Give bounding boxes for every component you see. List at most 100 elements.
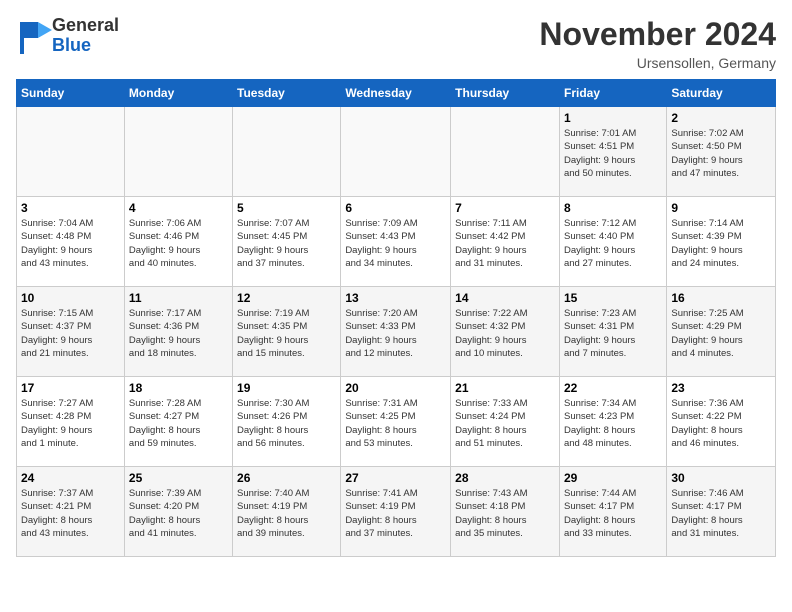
logo-text: General Blue (52, 16, 119, 56)
calendar-week-row: 24 Sunrise: 7:37 AM Sunset: 4:21 PM Dayli… (17, 467, 776, 557)
day-info: Sunrise: 7:09 AM Sunset: 4:43 PM Dayligh… (345, 217, 446, 270)
calendar-cell: 18 Sunrise: 7:28 AM Sunset: 4:27 PM Dayli… (124, 377, 232, 467)
day-info: Sunrise: 7:01 AM Sunset: 4:51 PM Dayligh… (564, 127, 662, 180)
day-info: Sunrise: 7:20 AM Sunset: 4:33 PM Dayligh… (345, 307, 446, 360)
day-info: Sunrise: 7:33 AM Sunset: 4:24 PM Dayligh… (455, 397, 555, 450)
day-number: 7 (455, 201, 555, 215)
day-info: Sunrise: 7:34 AM Sunset: 4:23 PM Dayligh… (564, 397, 662, 450)
day-number: 21 (455, 381, 555, 395)
day-number: 30 (671, 471, 771, 485)
calendar-cell: 7 Sunrise: 7:11 AM Sunset: 4:42 PM Daylig… (451, 197, 560, 287)
calendar-cell: 16Sunrise: 7:25 AM Sunset: 4:29 PM Dayli… (667, 287, 776, 377)
day-number: 16 (671, 291, 771, 305)
day-info: Sunrise: 7:37 AM Sunset: 4:21 PM Dayligh… (21, 487, 120, 540)
day-info: Sunrise: 7:28 AM Sunset: 4:27 PM Dayligh… (129, 397, 228, 450)
day-number: 6 (345, 201, 446, 215)
day-info: Sunrise: 7:30 AM Sunset: 4:26 PM Dayligh… (237, 397, 336, 450)
calendar-cell (17, 107, 125, 197)
calendar-cell (124, 107, 232, 197)
column-header-sunday: Sunday (17, 80, 125, 107)
month-title: November 2024 (539, 16, 776, 53)
logo-icon (16, 18, 52, 54)
calendar-cell: 1 Sunrise: 7:01 AM Sunset: 4:51 PM Daylig… (559, 107, 666, 197)
calendar-cell: 29Sunrise: 7:44 AM Sunset: 4:17 PM Dayli… (559, 467, 666, 557)
calendar-cell (341, 107, 451, 197)
day-info: Sunrise: 7:43 AM Sunset: 4:18 PM Dayligh… (455, 487, 555, 540)
calendar-table: SundayMondayTuesdayWednesdayThursdayFrid… (16, 79, 776, 557)
column-header-monday: Monday (124, 80, 232, 107)
day-number: 12 (237, 291, 336, 305)
day-info: Sunrise: 7:04 AM Sunset: 4:48 PM Dayligh… (21, 217, 120, 270)
calendar-cell: 9Sunrise: 7:14 AM Sunset: 4:39 PM Daylig… (667, 197, 776, 287)
calendar-week-row: 1 Sunrise: 7:01 AM Sunset: 4:51 PM Daylig… (17, 107, 776, 197)
day-number: 25 (129, 471, 228, 485)
calendar-cell: 22 Sunrise: 7:34 AM Sunset: 4:23 PM Dayli… (559, 377, 666, 467)
calendar-week-row: 17 Sunrise: 7:27 AM Sunset: 4:28 PM Dayli… (17, 377, 776, 467)
day-info: Sunrise: 7:15 AM Sunset: 4:37 PM Dayligh… (21, 307, 120, 360)
column-header-saturday: Saturday (667, 80, 776, 107)
day-number: 4 (129, 201, 228, 215)
day-info: Sunrise: 7:31 AM Sunset: 4:25 PM Dayligh… (345, 397, 446, 450)
calendar-cell: 3 Sunrise: 7:04 AM Sunset: 4:48 PM Daylig… (17, 197, 125, 287)
calendar-cell: 10 Sunrise: 7:15 AM Sunset: 4:37 PM Dayli… (17, 287, 125, 377)
location: Ursensollen, Germany (539, 55, 776, 71)
day-number: 27 (345, 471, 446, 485)
calendar-cell: 23 Sunrise: 7:36 AM Sunset: 4:22 PM Dayli… (667, 377, 776, 467)
day-number: 22 (564, 381, 662, 395)
calendar-cell: 20 Sunrise: 7:31 AM Sunset: 4:25 PM Dayli… (341, 377, 451, 467)
day-info: Sunrise: 7:41 AM Sunset: 4:19 PM Dayligh… (345, 487, 446, 540)
calendar-cell: 26Sunrise: 7:40 AM Sunset: 4:19 PM Dayli… (233, 467, 341, 557)
day-info: Sunrise: 7:46 AM Sunset: 4:17 PM Dayligh… (671, 487, 771, 540)
column-header-tuesday: Tuesday (233, 80, 341, 107)
column-header-thursday: Thursday (451, 80, 560, 107)
calendar-cell: 12 Sunrise: 7:19 AM Sunset: 4:35 PM Dayli… (233, 287, 341, 377)
day-number: 20 (345, 381, 446, 395)
day-number: 18 (129, 381, 228, 395)
day-number: 23 (671, 381, 771, 395)
day-number: 1 (564, 111, 662, 125)
calendar-cell: 5 Sunrise: 7:07 AM Sunset: 4:45 PM Daylig… (233, 197, 341, 287)
day-info: Sunrise: 7:07 AM Sunset: 4:45 PM Dayligh… (237, 217, 336, 270)
day-number: 3 (21, 201, 120, 215)
column-header-wednesday: Wednesday (341, 80, 451, 107)
day-info: Sunrise: 7:02 AM Sunset: 4:50 PM Dayligh… (671, 127, 771, 180)
day-info: Sunrise: 7:22 AM Sunset: 4:32 PM Dayligh… (455, 307, 555, 360)
day-info: Sunrise: 7:12 AM Sunset: 4:40 PM Dayligh… (564, 217, 662, 270)
day-info: Sunrise: 7:11 AM Sunset: 4:42 PM Dayligh… (455, 217, 555, 270)
day-info: Sunrise: 7:36 AM Sunset: 4:22 PM Dayligh… (671, 397, 771, 450)
calendar-cell: 30 Sunrise: 7:46 AM Sunset: 4:17 PM Dayli… (667, 467, 776, 557)
calendar-cell (451, 107, 560, 197)
calendar-week-row: 3 Sunrise: 7:04 AM Sunset: 4:48 PM Daylig… (17, 197, 776, 287)
day-number: 10 (21, 291, 120, 305)
calendar-cell: 11Sunrise: 7:17 AM Sunset: 4:36 PM Dayli… (124, 287, 232, 377)
calendar-cell: 14Sunrise: 7:22 AM Sunset: 4:32 PM Dayli… (451, 287, 560, 377)
day-number: 15 (564, 291, 662, 305)
day-number: 19 (237, 381, 336, 395)
day-info: Sunrise: 7:17 AM Sunset: 4:36 PM Dayligh… (129, 307, 228, 360)
logo-blue: Blue (52, 35, 91, 55)
calendar-cell: 28 Sunrise: 7:43 AM Sunset: 4:18 PM Dayli… (451, 467, 560, 557)
day-number: 24 (21, 471, 120, 485)
calendar-cell: 2Sunrise: 7:02 AM Sunset: 4:50 PM Daylig… (667, 107, 776, 197)
calendar-cell: 8 Sunrise: 7:12 AM Sunset: 4:40 PM Daylig… (559, 197, 666, 287)
page-header: General Blue November 2024 Ursensollen, … (16, 16, 776, 71)
column-header-friday: Friday (559, 80, 666, 107)
day-info: Sunrise: 7:44 AM Sunset: 4:17 PM Dayligh… (564, 487, 662, 540)
day-info: Sunrise: 7:14 AM Sunset: 4:39 PM Dayligh… (671, 217, 771, 270)
day-info: Sunrise: 7:39 AM Sunset: 4:20 PM Dayligh… (129, 487, 228, 540)
day-number: 28 (455, 471, 555, 485)
calendar-cell: 17 Sunrise: 7:27 AM Sunset: 4:28 PM Dayli… (17, 377, 125, 467)
calendar-header-row: SundayMondayTuesdayWednesdayThursdayFrid… (17, 80, 776, 107)
day-number: 17 (21, 381, 120, 395)
day-number: 13 (345, 291, 446, 305)
title-block: November 2024 Ursensollen, Germany (539, 16, 776, 71)
calendar-cell: 13 Sunrise: 7:20 AM Sunset: 4:33 PM Dayli… (341, 287, 451, 377)
calendar-cell: 21 Sunrise: 7:33 AM Sunset: 4:24 PM Dayli… (451, 377, 560, 467)
day-info: Sunrise: 7:27 AM Sunset: 4:28 PM Dayligh… (21, 397, 120, 450)
calendar-cell: 24 Sunrise: 7:37 AM Sunset: 4:21 PM Dayli… (17, 467, 125, 557)
day-info: Sunrise: 7:19 AM Sunset: 4:35 PM Dayligh… (237, 307, 336, 360)
day-number: 8 (564, 201, 662, 215)
day-number: 5 (237, 201, 336, 215)
day-number: 26 (237, 471, 336, 485)
day-info: Sunrise: 7:23 AM Sunset: 4:31 PM Dayligh… (564, 307, 662, 360)
